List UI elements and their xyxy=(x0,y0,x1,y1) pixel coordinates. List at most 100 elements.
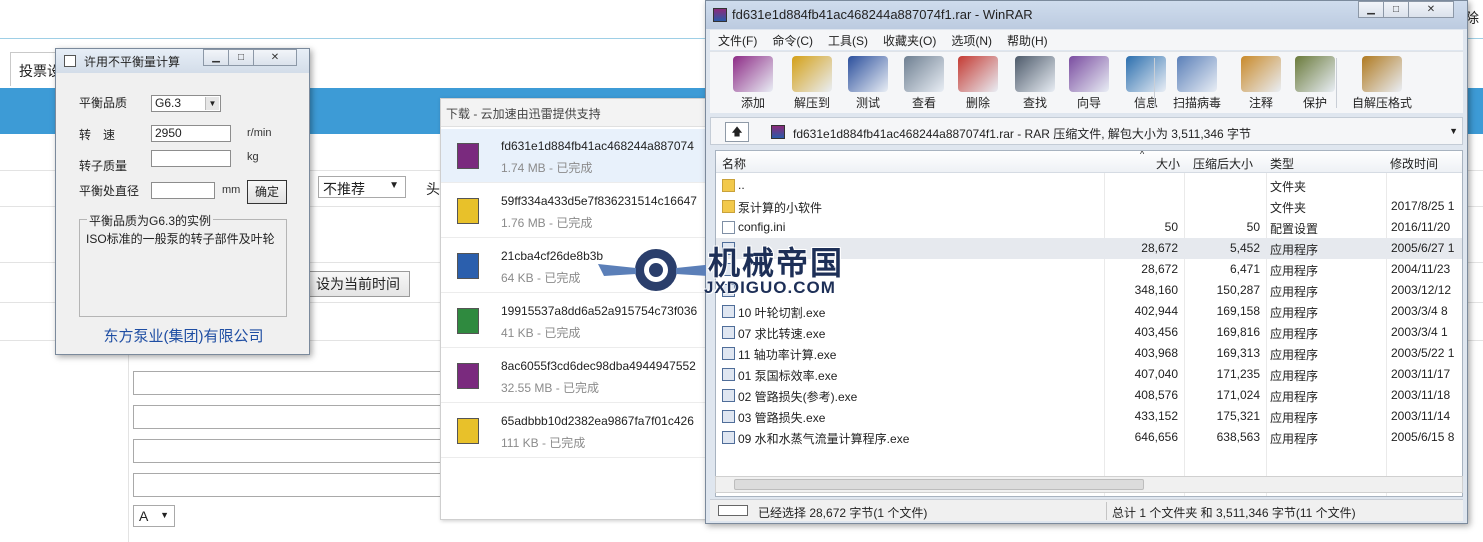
toolbar-button[interactable]: 扫描病毒 xyxy=(1164,56,1230,111)
file-modified: 2017/8/25 1 xyxy=(1391,199,1455,213)
scrollbar-thumb[interactable] xyxy=(734,479,1144,490)
menu-item[interactable]: 文件(F) xyxy=(710,30,764,49)
text-field[interactable] xyxy=(133,405,443,429)
file-packed: 5,452 xyxy=(1229,241,1260,255)
view-icon xyxy=(904,56,944,92)
file-modified: 2003/5/22 1 xyxy=(1391,346,1455,360)
download-item-name: 21cba4cf26de8b3b xyxy=(501,249,604,263)
winrar-menubar: 文件(F) 命令(C) 工具(S) 收藏夹(O) 选项(N) 帮助(H) xyxy=(710,30,1463,50)
download-item-status: - 已完成 xyxy=(555,381,600,395)
download-item-name: fd631e1d884fb41ac468244a887074 xyxy=(501,139,694,153)
mass-label: 转子质量 xyxy=(79,159,128,173)
diameter-input[interactable] xyxy=(151,182,215,199)
file-name: 泵计算的小软件 xyxy=(738,201,823,215)
maximize-button[interactable]: □ xyxy=(228,49,254,66)
text-field[interactable] xyxy=(133,439,443,463)
file-list-header: 名称 大小 压缩后大小 类型 修改时间 ^ xyxy=(716,151,1462,173)
confirm-button[interactable]: 确定 xyxy=(247,180,287,204)
file-row[interactable]: 01 泵国标效率.exe 407,040 171,235 应用程序 2003/11/17 xyxy=(716,364,1462,385)
menu-item[interactable]: 收藏夹(O) xyxy=(875,30,943,49)
chevron-down-icon[interactable]: ▼ xyxy=(1449,126,1458,136)
toolbar-button[interactable]: 注释 xyxy=(1236,56,1286,111)
file-row[interactable]: 11 轴功率计算.exe 403,968 169,313 应用程序 2003/5/22 … xyxy=(716,343,1462,364)
toolbar-button[interactable]: 添加 xyxy=(728,56,778,111)
menu-item[interactable]: 帮助(H) xyxy=(999,30,1055,49)
delete-icon xyxy=(958,56,998,92)
file-type: 应用程序 xyxy=(1270,432,1319,446)
toolbar-button[interactable]: 查找 xyxy=(1010,56,1060,111)
chevron-down-icon[interactable]: ▼ xyxy=(205,97,219,110)
set-current-time-button[interactable]: 设为当前时间 xyxy=(306,271,410,297)
file-type: 配置设置 xyxy=(1270,222,1319,236)
file-row[interactable]: 09 水和水蒸气流量计算程序.exe 646,656 638,563 应用程序 2005… xyxy=(716,427,1462,448)
menu-item[interactable]: 选项(N) xyxy=(943,30,999,49)
download-item-name: 65adbbb10d2382ea9867fa7f01c426 xyxy=(501,414,694,428)
column-packed[interactable]: 压缩后大小 xyxy=(1193,155,1253,172)
exe-file-icon xyxy=(722,431,735,444)
gear-wings-logo xyxy=(598,247,714,293)
wizard-icon xyxy=(1069,56,1109,92)
menu-item[interactable]: 工具(S) xyxy=(820,30,875,49)
file-size: 646,656 xyxy=(1134,430,1178,444)
column-type[interactable]: 类型 xyxy=(1270,155,1294,172)
file-type: 应用程序 xyxy=(1270,390,1319,404)
download-item[interactable]: 19915537a8dd6a52a915754c73f036 41 KB - 已完… xyxy=(441,294,711,348)
column-size[interactable]: 大小 xyxy=(1156,155,1180,172)
download-item-meta: 64 KB - 已完成 xyxy=(501,269,580,286)
speed-input[interactable]: 2950 xyxy=(151,125,231,142)
download-item[interactable]: 8ac6055f3cd6dec98dba4944947552 32.55 MB -… xyxy=(441,349,711,403)
file-name: 07 求比转速.exe xyxy=(738,327,826,341)
grade-label: 平衡品质 xyxy=(79,96,128,110)
download-item-size: 111 KB xyxy=(501,436,539,450)
test-icon xyxy=(848,56,888,92)
file-row[interactable]: .. 文件夹 xyxy=(716,175,1462,196)
winrar-title: fd631e1d884fb41ac468244a887074f1.rar - W… xyxy=(732,7,1033,22)
column-name[interactable]: 名称 xyxy=(722,155,746,172)
letter-select[interactable]: A ▼ xyxy=(133,505,175,527)
toolbar-button[interactable]: 删除 xyxy=(953,56,1003,111)
toolbar-button-label: 查找 xyxy=(1022,96,1047,110)
watermark-en: JXDIGUO.COM xyxy=(704,278,836,297)
minimize-button[interactable]: ▁ xyxy=(203,49,229,66)
download-item-size: 41 KB xyxy=(501,326,534,340)
mass-input[interactable] xyxy=(151,150,231,167)
text-field[interactable] xyxy=(133,371,443,395)
grade-combobox[interactable]: G6.3 ▼ xyxy=(151,95,221,112)
toolbar-button[interactable]: 测试 xyxy=(843,56,893,111)
close-button[interactable]: ✕ xyxy=(1408,1,1454,18)
toolbar-button[interactable]: 保护 xyxy=(1290,56,1340,111)
toolbar-button-label: 添加 xyxy=(740,96,765,110)
recommend-select[interactable]: 不推荐 ▼ xyxy=(318,176,406,198)
file-row[interactable]: 07 求比转速.exe 403,456 169,816 应用程序 2003/3/4 1 xyxy=(716,322,1462,343)
menu-item[interactable]: 命令(C) xyxy=(764,30,820,49)
close-button[interactable]: ✕ xyxy=(253,49,297,66)
file-row[interactable]: 03 管路损失.exe 433,152 175,321 应用程序 2003/11/14 xyxy=(716,406,1462,427)
download-item[interactable]: 59ff334a433d5e7f836231514c16647 1.76 MB -… xyxy=(441,184,711,238)
file-packed: 169,816 xyxy=(1216,325,1260,339)
text-field[interactable] xyxy=(133,473,443,497)
horizontal-scrollbar[interactable] xyxy=(715,476,1463,493)
file-row[interactable]: 02 管路损失(参考).exe 408,576 171,024 应用程序 2003/11… xyxy=(716,385,1462,406)
download-item[interactable]: 65adbbb10d2382ea9867fa7f01c426 111 KB - 已… xyxy=(441,404,711,458)
maximize-button[interactable]: □ xyxy=(1383,1,1409,18)
file-row[interactable]: 泵计算的小软件 文件夹 2017/8/25 1 xyxy=(716,196,1462,217)
winrar-titlebar: fd631e1d884fb41ac468244a887074f1.rar - W… xyxy=(706,1,1467,29)
file-row[interactable]: config.ini 50 50 配置设置 2016/11/20 xyxy=(716,217,1462,238)
toolbar-button[interactable]: 向导 xyxy=(1064,56,1114,111)
toolbar-button[interactable]: 解压到 xyxy=(785,56,839,111)
column-modified[interactable]: 修改时间 xyxy=(1390,155,1438,172)
file-modified: 2003/11/18 xyxy=(1391,388,1451,402)
archive-icon xyxy=(771,125,785,139)
folder-icon xyxy=(722,179,735,192)
download-item[interactable]: fd631e1d884fb41ac468244a887074 1.74 MB - … xyxy=(441,129,711,183)
download-item-name: 8ac6055f3cd6dec98dba4944947552 xyxy=(501,359,696,373)
up-folder-button[interactable]: 🡅 xyxy=(725,122,749,142)
minimize-button[interactable]: ▁ xyxy=(1358,1,1384,18)
toolbar-button[interactable]: 查看 xyxy=(899,56,949,111)
drive-icon xyxy=(718,505,748,516)
file-size: 433,152 xyxy=(1134,409,1178,423)
file-row[interactable]: 10 叶轮切割.exe 402,944 169,158 应用程序 2003/3/4 8 xyxy=(716,301,1462,322)
download-item-status: - 已完成 xyxy=(537,271,581,285)
toolbar-button[interactable]: 自解压格式 xyxy=(1345,56,1419,111)
example-group-title: 平衡品质为G6.3的实例 xyxy=(87,212,214,229)
